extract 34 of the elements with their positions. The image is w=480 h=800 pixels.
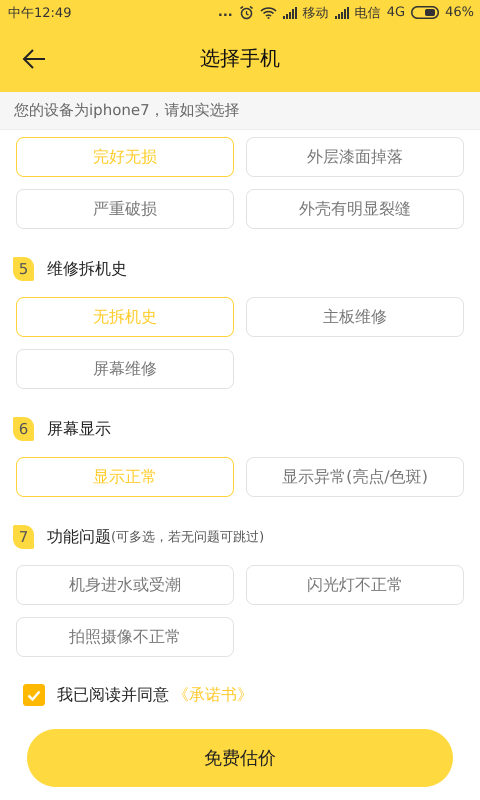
- carrier-label: 电信: [354, 4, 381, 22]
- option-button[interactable]: 闪光灯不正常: [246, 565, 464, 605]
- section-title: 维修拆机史: [47, 258, 127, 280]
- option-button[interactable]: 外壳有明显裂缝: [246, 189, 464, 229]
- option-button[interactable]: 严重破损: [16, 189, 234, 229]
- page-title: 选择手机: [200, 45, 280, 72]
- checkmark-icon: [27, 690, 41, 700]
- option-button[interactable]: 外层漆面掉落: [246, 137, 464, 177]
- option-button[interactable]: 机身进水或受潮: [16, 565, 234, 605]
- agreement-text: 我已阅读并同意: [57, 684, 169, 706]
- option-button[interactable]: 显示异常(亮点/色斑): [246, 457, 464, 497]
- back-arrow-icon: [22, 48, 46, 68]
- section-title: 屏幕显示: [47, 418, 111, 440]
- device-notice: 您的设备为iphone7，请如实选择: [0, 92, 480, 130]
- option-button[interactable]: 拍照摄像不正常: [16, 617, 234, 657]
- battery-icon: [411, 6, 440, 19]
- agreement-checkbox[interactable]: [23, 684, 45, 706]
- more-indicator: ...: [218, 6, 233, 19]
- section-hint: (可多选，若无问题可跳过): [111, 529, 264, 546]
- signal-icon: [334, 6, 349, 18]
- estimate-button[interactable]: 免费估价: [27, 729, 453, 787]
- battery-percent: 46%: [445, 5, 474, 20]
- option-button[interactable]: 屏幕维修: [16, 349, 234, 389]
- network-label: 4G: [386, 5, 406, 20]
- step-number-badge: 6: [13, 417, 34, 441]
- wifi-icon: [260, 6, 277, 19]
- alarm-icon: [238, 5, 254, 20]
- signal-icon: [282, 6, 297, 18]
- step-number-badge: 5: [13, 257, 34, 281]
- step-number-badge: 7: [13, 525, 34, 549]
- status-time: 中午12:49: [8, 4, 72, 22]
- carrier-label: 移动: [302, 4, 329, 22]
- section-title: 功能问题: [47, 526, 111, 548]
- option-button[interactable]: 主板维修: [246, 297, 464, 337]
